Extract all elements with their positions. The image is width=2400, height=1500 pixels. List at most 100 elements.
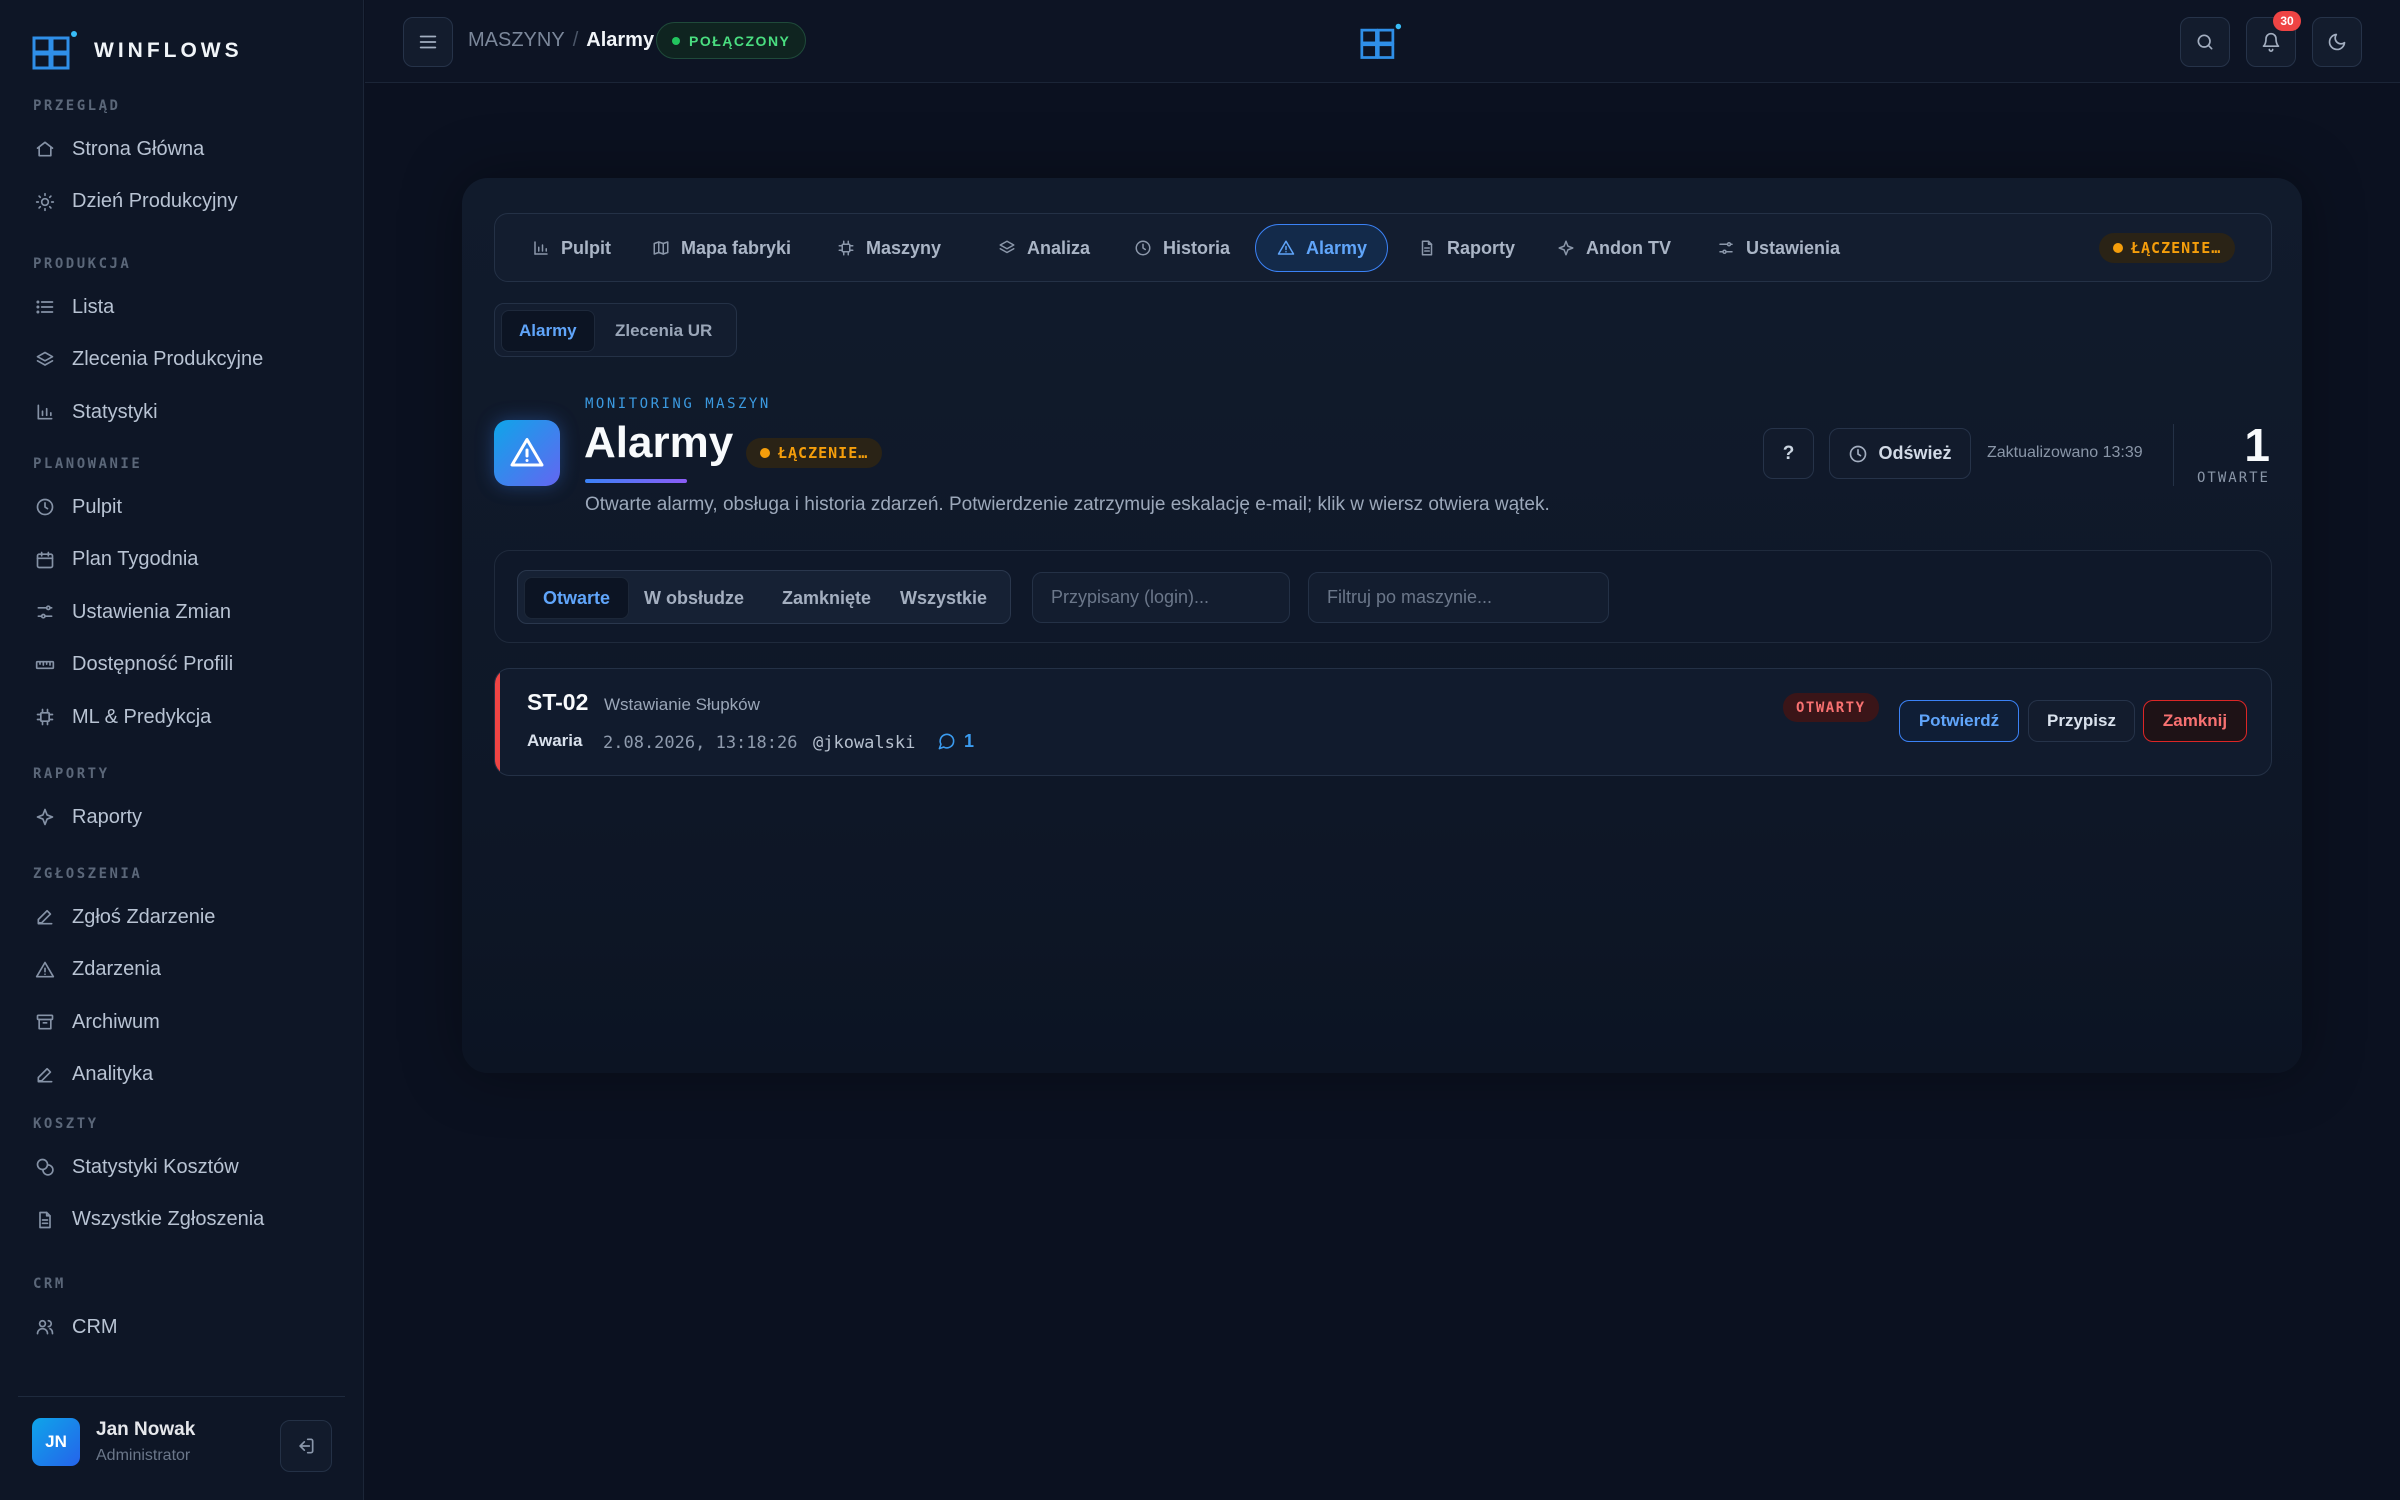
- sidebar-item-label: Statystyki: [72, 400, 158, 423]
- sidebar-item-crm[interactable]: CRM: [18, 1304, 344, 1350]
- brand[interactable]: WINFLOWS: [32, 30, 243, 72]
- sidebar-item-wszystkie-zgloszenia[interactable]: Wszystkie Zgłoszenia: [18, 1197, 344, 1243]
- confirm-button[interactable]: Potwierdź: [1899, 700, 2019, 742]
- pen-icon: [37, 1067, 53, 1082]
- list-icon: [36, 300, 54, 314]
- title-connection-status: ŁĄCZENIE…: [746, 438, 883, 468]
- subtab-alarms[interactable]: Alarmy: [501, 310, 595, 352]
- user-card[interactable]: JN Jan Nowak Administrator: [32, 1418, 195, 1466]
- tab-ustawienia[interactable]: Ustawienia: [1696, 224, 1860, 272]
- sidebar-item-dostepnosc-profili[interactable]: Dostępność Profili: [18, 642, 344, 688]
- nav-section-planowanie: PLANOWANIE: [33, 456, 143, 472]
- connection-label: POŁĄCZONY: [689, 32, 791, 49]
- search-button[interactable]: [2180, 17, 2230, 67]
- warning-icon: [35, 961, 55, 977]
- sidebar-item-plan-tygodnia[interactable]: Plan Tygodnia: [18, 537, 344, 583]
- tab-raporty[interactable]: Raporty: [1397, 224, 1535, 272]
- sliders-icon: [1719, 242, 1733, 254]
- filter-closed[interactable]: Zamknięte: [764, 577, 889, 619]
- sidebar-item-ml-predykcja[interactable]: ML & Predykcja: [18, 694, 344, 740]
- sidebar-divider: [18, 1396, 345, 1397]
- filter-in-progress[interactable]: W obsłudze: [626, 577, 762, 619]
- status-badge: OTWARTY: [1783, 693, 1879, 722]
- sidebar-item-label: Analityka: [72, 1063, 154, 1085]
- alarm-user: @jkowalski: [813, 733, 916, 753]
- notifications-count: 30: [2273, 11, 2301, 31]
- status-dot: [760, 448, 770, 458]
- sidebar-item-label: Ustawienia Zmian: [72, 600, 231, 623]
- nav-section-przeglad: PRZEGLĄD: [33, 98, 121, 114]
- tabs-connection-status: ŁĄCZENIE…: [2099, 233, 2236, 263]
- sidebar-item-dzien-produkcyjny[interactable]: Dzień Produkcyjny: [18, 179, 344, 225]
- tab-label: Maszyny: [866, 237, 942, 258]
- sidebar-item-ustawienia-zmian[interactable]: Ustawienia Zmian: [18, 589, 344, 635]
- sidebar-item-label: ML & Predykcja: [72, 705, 212, 728]
- archive-icon-wrap: [34, 1011, 56, 1033]
- pen-icon-wrap: [34, 1064, 56, 1086]
- center-logo-icon: [1360, 23, 1402, 59]
- map-icon-wrap: [651, 238, 671, 258]
- comment-icon: [938, 733, 955, 750]
- calendar-icon-wrap: [34, 549, 56, 571]
- coins-icon-wrap: [34, 1156, 56, 1178]
- tab-analiza[interactable]: Analiza: [977, 224, 1110, 272]
- filter-all[interactable]: Wszystkie: [882, 577, 1005, 619]
- topbar: MASZYNY / Alarmy POŁĄCZONY 30: [365, 0, 2400, 83]
- sidebar-item-label: Dostępność Profili: [72, 653, 234, 675]
- sidebar-item-zglos-zdarzenie[interactable]: Zgłoś Zdarzenie: [18, 894, 344, 940]
- sidebar-item-analityka[interactable]: Analityka: [18, 1052, 344, 1098]
- filter-open[interactable]: Otwarte: [524, 577, 630, 619]
- sliders-icon-wrap: [1716, 238, 1736, 258]
- tab-label: Ustawienia: [1746, 237, 1841, 258]
- alarm-row[interactable]: ST-02 Wstawianie Słupków Awaria 2.08.202…: [494, 668, 2272, 776]
- menu-button[interactable]: [403, 17, 453, 67]
- page-subtitle: Otwarte alarmy, obsługa i historia zdarz…: [585, 494, 1550, 515]
- warning-icon-wrap: [1276, 238, 1296, 258]
- sidebar-item-label: Statystyki Kosztów: [72, 1155, 239, 1178]
- tab-mapa-fabryki[interactable]: Mapa fabryki: [631, 224, 811, 272]
- theme-toggle-button[interactable]: [2312, 17, 2362, 67]
- subtab-work-orders[interactable]: Zlecenia UR: [598, 310, 729, 352]
- sidebar-item-lista[interactable]: Lista: [18, 284, 344, 330]
- tab-maszyny[interactable]: Maszyny: [816, 224, 961, 272]
- assign-button[interactable]: Przypisz: [2028, 700, 2135, 742]
- sparkle-icon-wrap: [34, 806, 56, 828]
- breadcrumb-parent[interactable]: MASZYNY: [468, 29, 565, 52]
- user-role: Administrator: [96, 1447, 191, 1464]
- sidebar-item-raporty[interactable]: Raporty: [18, 794, 344, 840]
- refresh-label: Odśwież: [1878, 443, 1952, 463]
- help-button[interactable]: ?: [1763, 428, 1814, 479]
- status-segmented-control: Otwarte W obsłudze Zamknięte Wszystkie: [517, 570, 1011, 624]
- close-alarm-button[interactable]: Zamknij: [2143, 700, 2247, 742]
- comments-indicator[interactable]: 1: [937, 731, 974, 752]
- logout-icon: [299, 1438, 314, 1454]
- winflows-logo-icon: [32, 31, 77, 70]
- sidebar-item-pulpit[interactable]: Pulpit: [18, 484, 344, 530]
- tab-historia[interactable]: Historia: [1113, 224, 1250, 272]
- sidebar-item-archiwum[interactable]: Archiwum: [18, 999, 344, 1045]
- notifications-button[interactable]: 30: [2246, 11, 2301, 67]
- file-icon-wrap: [34, 1209, 56, 1231]
- sidebar-item-strona-glowna[interactable]: Strona Główna: [18, 126, 344, 172]
- sidebar: WINFLOWS PRZEGLĄD Strona Główna Dzień Prod…: [0, 0, 364, 1500]
- logout-button[interactable]: [280, 1420, 332, 1472]
- file-icon: [1421, 240, 1433, 256]
- sidebar-item-zdarzenia[interactable]: Zdarzenia: [18, 947, 344, 993]
- tab-alarmy[interactable]: Alarmy: [1255, 224, 1389, 272]
- tab-label: Andon TV: [1586, 237, 1671, 258]
- sliders-icon-wrap: [34, 601, 56, 623]
- assignee-filter-input[interactable]: [1032, 572, 1290, 623]
- clock-icon-wrap: [34, 496, 56, 518]
- ruler-icon-wrap: [34, 654, 56, 676]
- machine-filter-input[interactable]: [1308, 572, 1609, 623]
- title-connection-label: ŁĄCZENIE…: [778, 444, 869, 462]
- tab-pulpit[interactable]: Pulpit: [511, 224, 631, 272]
- tab-andon-tv[interactable]: Andon TV: [1536, 224, 1691, 272]
- subtabs: Alarmy Zlecenia UR: [494, 303, 737, 357]
- sidebar-item-statystyki-kosztow[interactable]: Statystyki Kosztów: [18, 1144, 344, 1190]
- sidebar-item-statystyki[interactable]: Statystyki: [18, 389, 344, 435]
- refresh-button[interactable]: Odśwież: [1829, 428, 1971, 479]
- sidebar-item-label: Archiwum: [72, 1010, 160, 1033]
- sidebar-item-zlecenia-produkcyjne[interactable]: Zlecenia Produkcyjne: [18, 337, 344, 383]
- cpu-icon: [36, 708, 54, 726]
